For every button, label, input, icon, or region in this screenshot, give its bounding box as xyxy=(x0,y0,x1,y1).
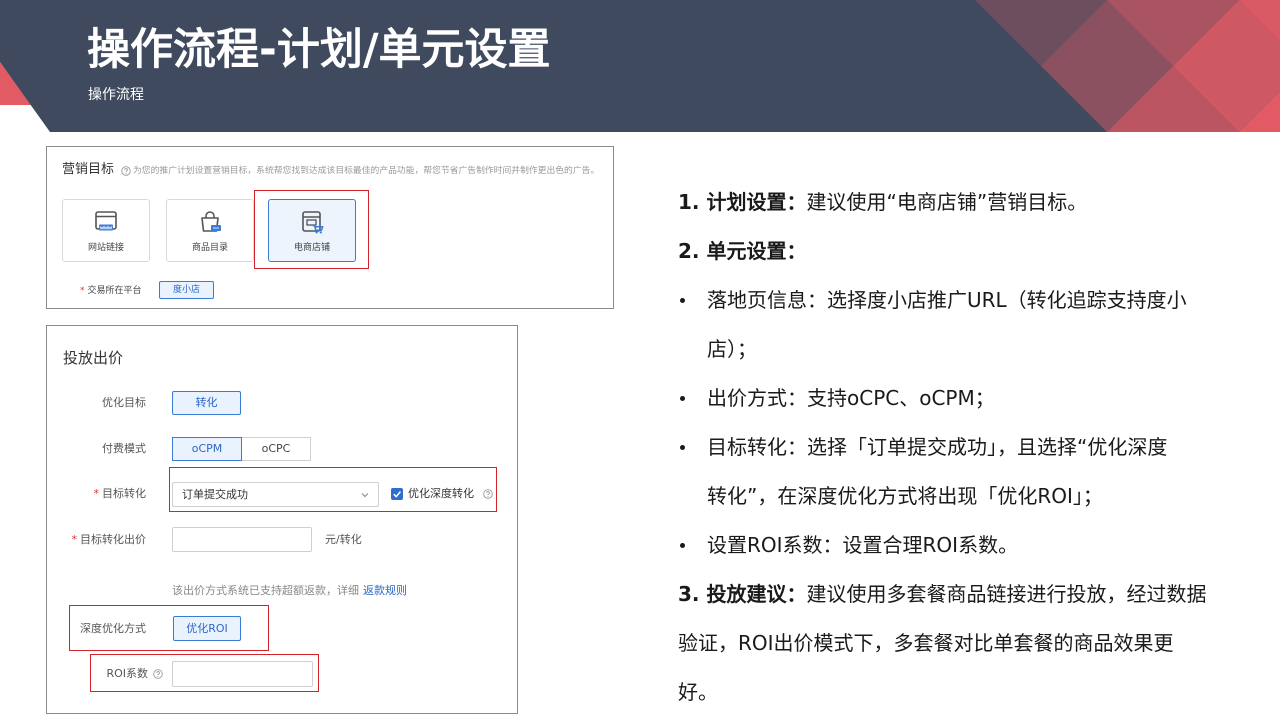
goal-card-website-link[interactable]: 网站链接 xyxy=(62,199,150,262)
website-link-icon xyxy=(93,209,119,235)
optimize-goal-conversion-button[interactable]: 转化 xyxy=(172,391,241,415)
required-mark: * xyxy=(93,487,100,500)
note-unit-label: 2. 单元设置： xyxy=(678,239,807,263)
refund-note: 该出价方式系统已支持超额返款，详细 返款规则 xyxy=(172,584,407,598)
notes-panel: 1. 计划设置：建议使用“电商店铺”营销目标。 2. 单元设置： 落地页信息：选… xyxy=(678,178,1268,717)
goal-card-label: 网站链接 xyxy=(87,243,124,253)
note-bullet-bid-method: 出价方式：支持oCPC、oCPM； xyxy=(678,374,1268,423)
marketing-goal-hint: 为您的推广计划设置营销目标，系统帮您找到达成该目标最佳的产品功能，帮您节省广告制… xyxy=(133,166,600,176)
pay-mode-ocpm[interactable]: oCPM xyxy=(172,437,242,461)
bid-panel: 投放出价 优化目标 转化 付费模式 oCPM oCPC * 目标转化 订单提交成功… xyxy=(46,325,518,714)
required-mark: * xyxy=(71,533,78,546)
target-bid-label: * 目标转化出价 xyxy=(47,533,147,547)
note-unit-setting: 2. 单元设置： xyxy=(678,227,1268,276)
target-bid-unit: 元/转化 xyxy=(325,533,362,546)
platform-duxiaodian-button[interactable]: 度小店 xyxy=(159,281,214,299)
roi-label: ROI系数 xyxy=(106,667,148,680)
refund-note-text: 该出价方式系统已支持超额返款，详细 xyxy=(172,584,359,597)
pay-mode-label: 付费模式 xyxy=(102,442,146,455)
goal-card-ecommerce-store[interactable]: 电商店铺 xyxy=(268,199,356,262)
platform-label: * 交易所在平台 xyxy=(80,285,142,297)
note-line: 转化”，在深度优化方式将出现「优化ROI」； xyxy=(707,484,1103,508)
note-line: 设置ROI系数：设置合理ROI系数。 xyxy=(707,533,1019,557)
marketing-goal-panel: 营销目标 为您的推广计划设置营销目标，系统帮您找到达成该目标最佳的产品功能，帮您… xyxy=(46,146,614,309)
note-plan-setting: 1. 计划设置：建议使用“电商店铺”营销目标。 xyxy=(678,178,1268,227)
note-advice-label: 3. 投放建议： xyxy=(678,582,807,606)
marketing-goal-label: 营销目标 xyxy=(62,162,115,177)
goal-card-product-catalog[interactable]: 商品目录 xyxy=(166,199,254,262)
note-bullet-roi: 设置ROI系数：设置合理ROI系数。 xyxy=(678,521,1268,570)
pay-mode-ocpc[interactable]: oCPC xyxy=(241,437,311,461)
target-conversion-value: 订单提交成功 xyxy=(182,488,248,501)
page-title: 操作流程-计划/单元设置 xyxy=(87,25,551,75)
question-circle-icon[interactable] xyxy=(483,489,493,499)
note-line: 落地页信息：选择度小店推广URL（转化追踪支持度小 xyxy=(707,288,1187,312)
note-line: 验证，ROI出价模式下，多套餐对比单套餐的商品效果更 xyxy=(678,631,1174,655)
roi-input[interactable] xyxy=(172,661,313,687)
note-line: 目标转化：选择「订单提交成功」，且选择“优化深度 xyxy=(707,435,1168,459)
target-conversion-label: * 目标转化 xyxy=(47,487,147,501)
deep-optimize-label[interactable]: 优化深度转化 xyxy=(408,487,474,501)
target-conversion-label-text: 目标转化 xyxy=(102,487,146,500)
checkmark-icon xyxy=(393,491,401,498)
bullet-dot-icon xyxy=(680,396,685,401)
bullet-dot-icon xyxy=(680,298,685,303)
note-plan-label: 1. 计划设置： xyxy=(678,190,807,214)
pay-mode-segmented: oCPM oCPC xyxy=(172,437,311,461)
question-circle-icon[interactable] xyxy=(153,669,163,679)
note-bullet-target-conversion: 目标转化：选择「订单提交成功」，且选择“优化深度 转化”，在深度优化方式将出现「… xyxy=(678,423,1268,521)
required-mark: * xyxy=(80,286,85,296)
note-plan-text: 建议使用“电商店铺”营销目标。 xyxy=(806,190,1088,214)
question-circle-icon[interactable] xyxy=(121,166,131,176)
deep-mode-optimize-roi-button[interactable]: 优化ROI xyxy=(173,616,241,641)
note-line: 好。 xyxy=(678,680,718,704)
target-bid-input[interactable] xyxy=(172,527,312,552)
deep-optimize-checkbox[interactable] xyxy=(391,488,403,500)
note-line: 出价方式：支持oCPC、oCPM； xyxy=(707,386,995,410)
page-subtitle: 操作流程 xyxy=(88,87,144,103)
target-conversion-select[interactable]: 订单提交成功 xyxy=(172,482,379,507)
target-bid-label-text: 目标转化出价 xyxy=(80,533,146,546)
bullet-dot-icon xyxy=(680,445,685,450)
bid-panel-title: 投放出价 xyxy=(63,349,124,367)
goal-card-label: 商品目录 xyxy=(191,243,228,253)
chevron-down-icon xyxy=(361,493,369,498)
shopping-bag-icon xyxy=(197,209,223,235)
note-line: 店）； xyxy=(707,337,757,361)
note-line: 建议使用多套餐商品链接进行投放，经过数据 xyxy=(806,582,1207,606)
deep-mode-label: 深度优化方式 xyxy=(80,622,146,635)
store-cart-icon xyxy=(299,209,325,235)
note-advice: 3. 投放建议：建议使用多套餐商品链接进行投放，经过数据 xyxy=(678,570,1268,619)
note-bullet-landing-page: 落地页信息：选择度小店推广URL（转化追踪支持度小 店）； xyxy=(678,276,1268,374)
platform-label-text: 交易所在平台 xyxy=(87,286,142,296)
goal-card-label: 电商店铺 xyxy=(293,243,330,253)
bullet-dot-icon xyxy=(680,543,685,548)
refund-rules-link[interactable]: 返款规则 xyxy=(363,584,407,597)
optimize-goal-label: 优化目标 xyxy=(102,396,146,409)
